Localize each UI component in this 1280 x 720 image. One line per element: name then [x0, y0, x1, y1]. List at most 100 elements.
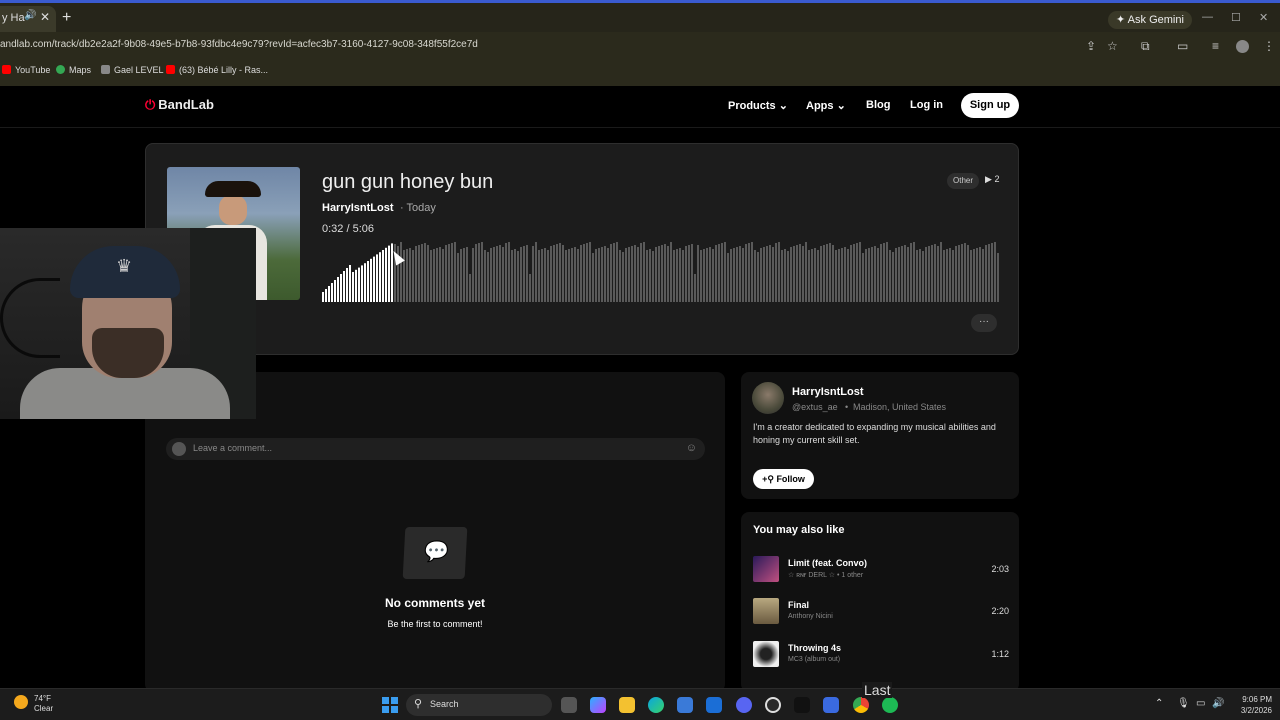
bandlab-logo[interactable]: ⏻ BandLab — [145, 97, 214, 113]
waveform-bar — [475, 244, 477, 302]
show-hidden-icons[interactable]: ⌃ — [1155, 698, 1163, 709]
chrome-icon[interactable] — [853, 697, 869, 713]
waveform-bar — [325, 289, 327, 302]
list-item[interactable]: Limit (feat. Convo) ☆ ʀɴғ DERL ☆ • 1 oth… — [753, 556, 1011, 584]
track-artist-link[interactable]: HarryIsntLost — [322, 202, 394, 214]
microphone-icon[interactable]: 🎙 — [1177, 698, 1190, 709]
emoji-icon[interactable]: ☺ — [686, 442, 697, 454]
tiktok-icon[interactable] — [794, 697, 810, 713]
waveform-bar — [379, 252, 381, 302]
app-icon[interactable] — [823, 697, 839, 713]
waveform-bar — [538, 250, 540, 302]
close-tab-icon[interactable]: ✕ — [40, 10, 50, 24]
bookmark-gael-level[interactable]: Gael LEVEL — [101, 65, 164, 75]
waveform-bar — [607, 248, 609, 302]
new-tab-button[interactable]: + — [62, 9, 71, 27]
more-options-button[interactable]: ··· — [971, 314, 997, 332]
network-icon[interactable]: ▭ — [1196, 698, 1205, 709]
creator-name[interactable]: HarryIsntLost — [792, 386, 864, 398]
discord-icon[interactable] — [736, 697, 752, 713]
waveform-bar — [625, 248, 627, 302]
youtube-icon — [2, 65, 11, 74]
recommendations-title: You may also like — [753, 524, 845, 536]
track-artist[interactable]: Anthony Nicini — [788, 613, 833, 620]
nav-products[interactable]: Products ⌄ — [728, 99, 788, 112]
waveform-bar — [661, 245, 663, 302]
waveform-bar — [352, 272, 354, 302]
waveform-bar — [505, 243, 507, 302]
nav-login[interactable]: Log in — [910, 99, 943, 111]
nav-apps[interactable]: Apps ⌄ — [806, 99, 846, 112]
waveform-bar — [547, 250, 549, 302]
waveform-bar — [349, 265, 351, 302]
close-window-icon[interactable]: ✕ — [1259, 11, 1268, 24]
genre-badge[interactable]: Other — [947, 173, 980, 189]
waveform-bar — [787, 251, 789, 302]
extensions-icon[interactable]: ⧉ — [1141, 39, 1150, 54]
menu-dots-icon[interactable]: ⋮ — [1263, 39, 1275, 53]
waveform-bar — [769, 245, 771, 302]
edge-icon[interactable] — [648, 697, 664, 713]
waveform-bar — [586, 243, 588, 302]
waveform-bar — [643, 242, 645, 302]
bookmark-star-icon[interactable]: ☆ — [1107, 39, 1118, 53]
copilot-icon[interactable] — [590, 697, 606, 713]
system-clock[interactable]: 9:06 PM 3/2/2026 — [1232, 694, 1272, 716]
ask-gemini-button[interactable]: ✦ Ask Gemini — [1108, 11, 1192, 29]
obs-icon[interactable] — [765, 697, 781, 713]
comment-bubble-icon: 💬 — [402, 527, 468, 579]
track-duration: 2:03 — [991, 564, 1009, 574]
waveform-bar — [592, 253, 594, 302]
profile-avatar-icon[interactable] — [1236, 40, 1249, 53]
start-button[interactable] — [382, 697, 398, 713]
search-icon: ⚲ — [414, 698, 423, 710]
waveform-bar — [583, 244, 585, 302]
waveform-bar — [913, 242, 915, 302]
list-item[interactable]: Final Anthony Nicini 2:20 — [753, 598, 1011, 626]
waveform-bar — [343, 271, 345, 302]
speaker-icon[interactable]: 🔊 — [24, 10, 36, 21]
waveform-bar — [448, 244, 450, 302]
creator-bio: I'm a creator dedicated to expanding my … — [753, 422, 996, 445]
waveform-bar — [880, 244, 882, 302]
spotify-icon[interactable] — [882, 697, 898, 713]
waveform-bar — [541, 249, 543, 302]
media-control-icon[interactable]: ≡ — [1212, 39, 1219, 53]
waveform-bar — [376, 254, 378, 302]
volume-icon[interactable]: 🔊 — [1212, 698, 1224, 709]
bookmark-maps[interactable]: Maps — [56, 65, 91, 75]
creator-handle[interactable]: @extus_ae — [792, 402, 838, 412]
mail-icon[interactable] — [706, 697, 722, 713]
waveform-bar — [364, 263, 366, 302]
follow-button[interactable]: +⚲ Follow — [753, 469, 814, 489]
waveform-bar — [955, 246, 957, 302]
waveform-bar — [556, 244, 558, 302]
task-view-icon[interactable] — [561, 697, 577, 713]
track-artist[interactable]: MC3 (album out) — [788, 656, 840, 663]
waveform-bar — [961, 244, 963, 302]
comment-input[interactable]: Leave a comment... ☺ — [166, 438, 705, 460]
split-view-icon[interactable]: ▭ — [1177, 39, 1188, 53]
waveform-scrubber[interactable] — [322, 240, 1000, 302]
waveform-bar — [871, 247, 873, 302]
waveform-bar — [460, 249, 462, 302]
url-text[interactable]: andlab.com/track/db2e2a2f-9b08-49e5-b7b8… — [0, 39, 478, 50]
waveform-bar — [328, 286, 330, 302]
minimize-icon[interactable]: — — [1202, 11, 1213, 23]
avatar[interactable] — [752, 382, 784, 414]
track-artist[interactable]: ☆ ʀɴғ DERL ☆ • 1 other — [788, 571, 863, 579]
nav-blog[interactable]: Blog — [866, 99, 890, 111]
bookmark-bebe-lilly[interactable]: (63) Bébé Lilly - Ras... — [166, 65, 268, 75]
install-app-icon[interactable]: ⇪ — [1086, 39, 1096, 53]
maximize-icon[interactable]: ☐ — [1231, 11, 1241, 24]
browser-tab[interactable]: y Ha 🔊 ✕ — [0, 6, 56, 32]
store-icon[interactable] — [677, 697, 693, 713]
chevron-down-icon: ⌄ — [836, 100, 846, 112]
list-item[interactable]: Throwing 4s MC3 (album out) 1:12 — [753, 641, 1011, 669]
waveform-bar — [835, 250, 837, 302]
signup-button[interactable]: Sign up — [961, 93, 1019, 118]
taskbar-search[interactable]: ⚲ Search — [406, 694, 552, 716]
bookmark-youtube[interactable]: YouTube — [2, 65, 50, 75]
file-explorer-icon[interactable] — [619, 697, 635, 713]
address-bar[interactable]: andlab.com/track/db2e2a2f-9b08-49e5-b7b8… — [0, 34, 1280, 58]
